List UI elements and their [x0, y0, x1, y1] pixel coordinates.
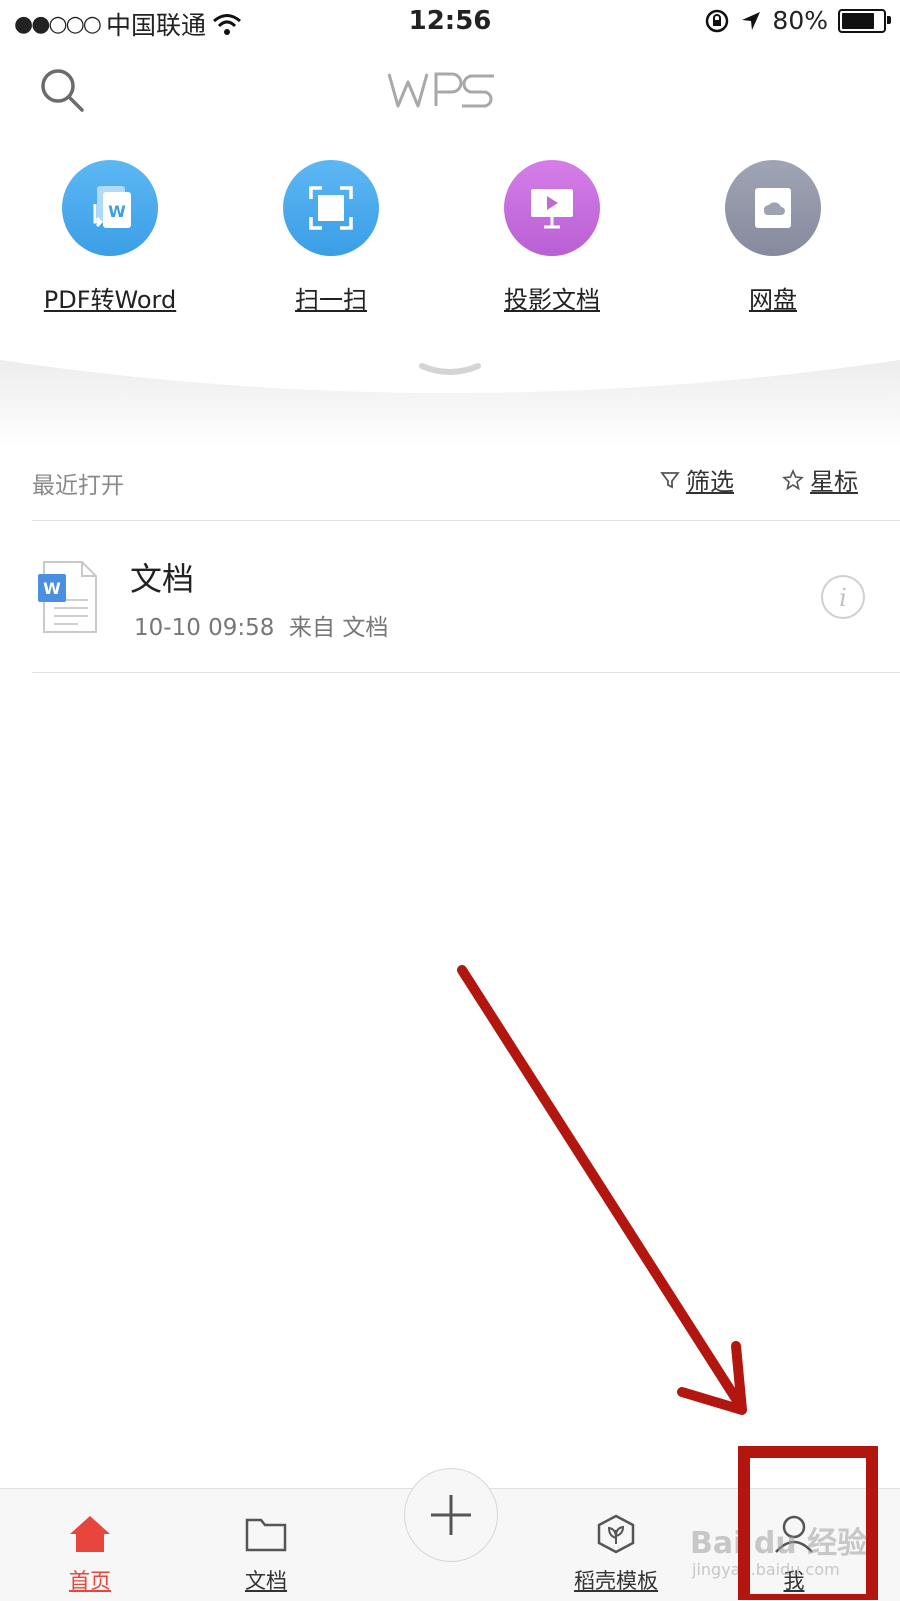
quick-action-label: 网盘 — [749, 286, 797, 314]
info-icon[interactable]: i — [820, 574, 866, 620]
star-icon — [782, 468, 804, 490]
star-label: 星标 — [810, 468, 858, 496]
location-icon — [742, 11, 761, 30]
search-icon[interactable] — [38, 66, 86, 114]
docer-template-icon — [597, 1514, 635, 1554]
projection-icon — [504, 160, 600, 256]
quick-action-label: 投影文档 — [504, 286, 600, 314]
divider — [32, 520, 900, 521]
quick-action-projection[interactable]: 投影文档 — [452, 160, 652, 315]
quick-action-pdf-to-word[interactable]: W PDF转Word — [10, 160, 210, 315]
scan-icon — [283, 160, 379, 256]
divider — [32, 672, 900, 673]
pdf-to-word-icon: W — [62, 160, 158, 256]
svg-text:W: W — [108, 202, 126, 221]
plus-icon — [431, 1495, 471, 1535]
home-icon — [70, 1516, 110, 1552]
recent-title: 最近打开 — [32, 473, 124, 499]
quick-action-label: 扫一扫 — [295, 286, 367, 314]
file-meta: 10-10 09:58 来自 文档 — [134, 615, 389, 641]
wps-logo — [387, 72, 494, 108]
battery-icon — [838, 8, 891, 33]
annotation-arrow — [457, 965, 743, 1407]
svg-text:W: W — [43, 579, 61, 598]
star-button[interactable]: 星标 — [782, 462, 858, 497]
cloud-drive-icon — [725, 160, 821, 256]
tab-home[interactable]: 首页 — [30, 1514, 150, 1595]
rotation-lock-icon — [706, 9, 729, 32]
status-bar: ●●○○○ 中国联通 12:56 80% — [0, 0, 900, 44]
tab-label: 首页 — [69, 1569, 111, 1593]
quick-action-cloud-drive[interactable]: 网盘 — [673, 160, 873, 315]
status-right: 80% — [704, 6, 891, 35]
baidu-watermark-url: jingyan.baidu.com — [692, 1560, 840, 1579]
file-name: 文档 — [130, 560, 195, 598]
baidu-watermark: Bai du 经验 — [690, 1526, 868, 1561]
tab-label: 稻壳模板 — [574, 1569, 658, 1593]
folder-icon — [245, 1518, 287, 1552]
tab-documents[interactable]: 文档 — [206, 1514, 326, 1595]
expand-chevron-icon[interactable] — [418, 360, 482, 380]
filter-button[interactable]: 筛选 — [660, 462, 734, 497]
filter-label: 筛选 — [686, 468, 734, 496]
battery-percent: 80% — [772, 6, 828, 35]
quick-action-label: PDF转Word — [43, 286, 177, 314]
svg-text:i: i — [839, 584, 847, 612]
annotation-arrowhead — [677, 1341, 747, 1415]
quick-action-scan[interactable]: 扫一扫 — [231, 160, 431, 315]
word-doc-icon: W — [38, 561, 97, 633]
tab-label: 文档 — [245, 1569, 287, 1593]
tab-templates[interactable]: 稻壳模板 — [556, 1514, 676, 1595]
new-document-button[interactable] — [404, 1468, 498, 1562]
filter-icon — [660, 471, 680, 488]
